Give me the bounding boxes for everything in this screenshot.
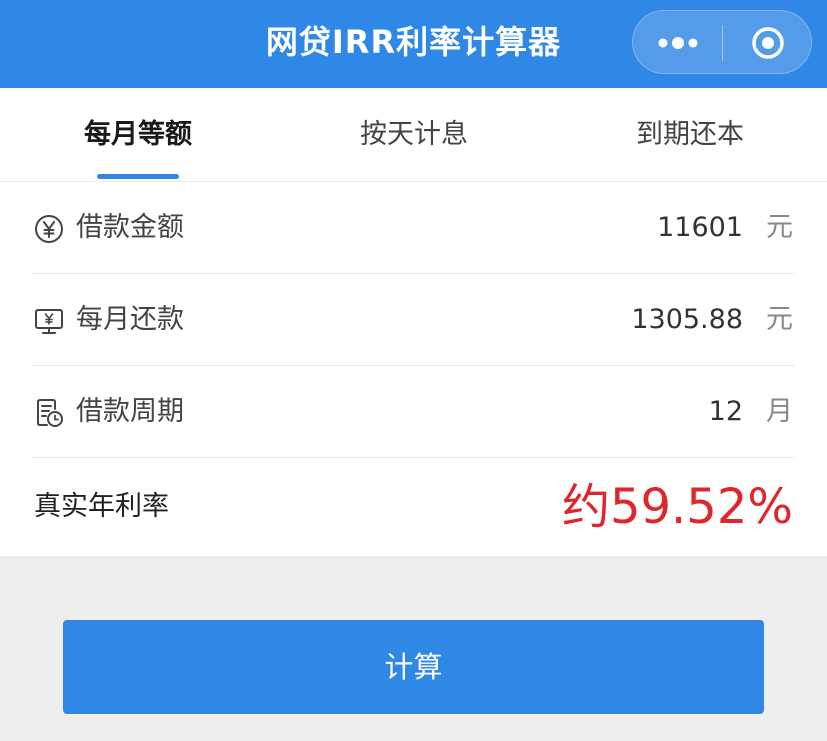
app-root: 网贷IRR利率计算器 每月等额 按天计息 到期还本 借款金额 11601 元 每… [0,0,827,741]
tab-label: 按天计息 [360,119,468,150]
monitor-yen-icon [35,309,63,334]
loan-amount-label: 借款金额 [76,212,184,243]
loan-amount-row[interactable]: 借款金额 11601 元 [0,182,827,274]
close-button[interactable] [723,11,813,75]
monthly-payment-unit: 元 [766,304,793,335]
document-clock-icon [37,399,63,427]
yen-circle-icon [35,215,63,243]
monthly-payment-label: 每月还款 [76,304,184,335]
annual-rate-label: 真实年利率 [34,491,169,522]
mode-tabs: 每月等额 按天计息 到期还本 [0,88,827,182]
tab-daily-interest[interactable]: 按天计息 [276,88,552,182]
loan-form: 借款金额 11601 元 每月还款 1305.88 元 借款周期 12 月 真实… [0,182,827,556]
calculate-button[interactable]: 计算 [63,620,764,714]
active-tab-indicator [97,174,179,179]
more-button[interactable] [633,11,722,75]
tab-principal-at-maturity[interactable]: 到期还本 [552,88,827,182]
monthly-payment-row[interactable]: 每月还款 1305.88 元 [0,274,827,366]
tab-equal-monthly[interactable]: 每月等额 [0,88,276,182]
loan-amount-unit: 元 [766,212,793,243]
loan-term-label: 借款周期 [76,396,184,427]
tab-label: 每月等额 [84,119,192,150]
target-close-icon [752,27,784,59]
tab-label: 到期还本 [636,119,744,150]
more-dots-icon [658,37,698,49]
loan-term-input[interactable]: 12 [709,366,743,458]
monthly-payment-input[interactable]: 1305.88 [631,274,743,366]
loan-term-unit: 月 [766,396,793,427]
loan-amount-input[interactable]: 11601 [657,182,743,274]
result-row: 真实年利率 约59.52% [0,458,827,556]
annual-rate-value: 约59.52% [561,479,793,535]
navigation-bar: 网贷IRR利率计算器 [0,0,827,88]
loan-term-row[interactable]: 借款周期 12 月 [0,366,827,458]
mini-program-capsule [632,10,812,74]
